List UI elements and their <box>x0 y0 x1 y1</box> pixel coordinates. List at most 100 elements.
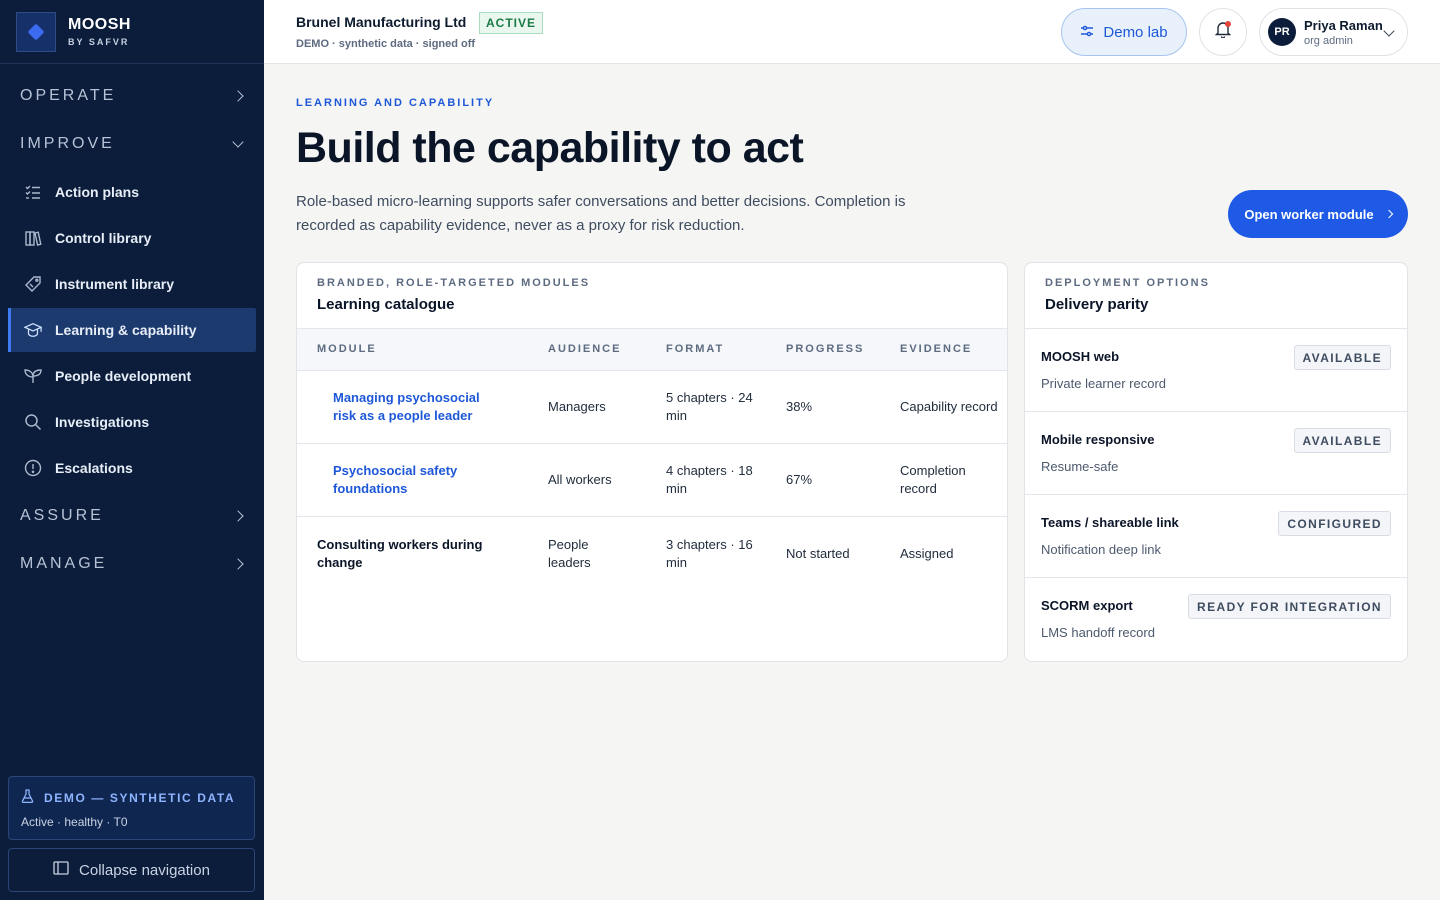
card-title: Delivery parity <box>1045 296 1149 313</box>
chevron-right-icon <box>1384 209 1393 219</box>
module-link[interactable]: Psychosocial safety foundations <box>333 462 503 498</box>
books-icon <box>24 229 42 247</box>
open-worker-module-label: Open worker module <box>1244 206 1374 222</box>
table-row[interactable]: Managing psychosocial risk as a people l… <box>297 371 1007 444</box>
table-row[interactable]: Consulting workers during change People … <box>297 517 1007 590</box>
sidebar-item-label: Learning & capability <box>55 322 197 338</box>
progress-cell: 38% <box>786 399 813 414</box>
sidebar-item-escalations[interactable]: Escalations <box>8 446 256 490</box>
delivery-option: SCORM export LMS handoff record READY FO… <box>1025 578 1407 661</box>
format-cell: 4 chapters · 18 min <box>666 463 753 496</box>
audience-cell: People leaders <box>548 536 591 570</box>
card-eyebrow: BRANDED, ROLE-TARGETED MODULES <box>317 277 591 289</box>
top-header: Brunel Manufacturing Ltd ACTIVE DEMO · s… <box>264 0 1440 64</box>
nav-section-improve[interactable]: IMPROVE <box>0 120 264 168</box>
evidence-cell: Assigned <box>900 545 954 561</box>
demo-lab-button[interactable]: Demo lab <box>1061 8 1187 56</box>
nav-section-label: OPERATE <box>20 87 117 104</box>
sidebar-item-people-development[interactable]: People development <box>8 354 256 398</box>
audience-cell: All workers <box>548 472 612 487</box>
chevron-right-icon <box>232 90 244 102</box>
table-row[interactable]: Psychosocial safety foundations All work… <box>297 444 1007 517</box>
status-badge: AVAILABLE <box>1293 345 1391 370</box>
flask-icon <box>21 789 34 806</box>
tag-icon <box>24 275 42 293</box>
evidence-cell: Completion record <box>900 463 966 496</box>
sidebar-panel-icon <box>53 861 69 879</box>
card-eyebrow: DEPLOYMENT OPTIONS <box>1045 277 1210 289</box>
chevron-right-icon <box>232 558 244 570</box>
table-header: MODULE AUDIENCE FORMAT PROGRESS EVIDENCE <box>297 329 1007 371</box>
column-header-progress[interactable]: PROGRESS <box>786 343 864 355</box>
nav-section-operate[interactable]: OPERATE <box>0 72 264 120</box>
status-badge: AVAILABLE <box>1293 428 1391 453</box>
chevron-right-icon <box>232 510 244 522</box>
option-description: LMS handoff record <box>1041 625 1155 640</box>
sprout-icon <box>24 367 42 385</box>
nav-section-label: ASSURE <box>20 507 104 524</box>
user-role: org admin <box>1304 34 1353 47</box>
card-title: Learning catalogue <box>317 296 455 313</box>
status-badge: ACTIVE <box>479 12 544 34</box>
sidebar-item-label: Investigations <box>55 414 150 430</box>
brand-name: MOOSH <box>68 16 131 33</box>
page-eyebrow: LEARNING AND CAPABILITY <box>296 97 495 109</box>
sidebar-item-label: People development <box>55 368 192 384</box>
user-menu[interactable]: PR Priya Raman org admin <box>1259 8 1408 56</box>
org-name: Brunel Manufacturing Ltd <box>296 14 467 30</box>
sliders-icon <box>1080 24 1094 41</box>
page-title: Build the capability to act <box>296 124 804 172</box>
collapse-navigation-button[interactable]: Collapse navigation <box>8 848 255 892</box>
module-name: Consulting workers during change <box>317 536 483 570</box>
notifications-button[interactable] <box>1199 8 1247 56</box>
sidebar-item-learning-capability[interactable]: Learning & capability <box>8 308 256 352</box>
nav-section-manage[interactable]: MANAGE <box>0 540 264 588</box>
chevron-down-icon <box>232 136 244 148</box>
avatar: PR <box>1268 18 1296 46</box>
brand[interactable]: MOOSH BY SAFVR <box>0 0 264 64</box>
alert-circle-icon <box>24 459 42 477</box>
sidebar-item-label: Escalations <box>55 460 133 476</box>
list-check-icon <box>24 183 42 201</box>
nav-section-label: IMPROVE <box>20 135 115 152</box>
sidebar-item-label: Control library <box>55 230 152 246</box>
collapse-navigation-label: Collapse navigation <box>79 861 210 879</box>
sidebar-item-instrument-library[interactable]: Instrument library <box>8 262 256 306</box>
module-link[interactable]: Managing psychosocial risk as a people l… <box>333 389 503 425</box>
column-header-format[interactable]: FORMAT <box>666 343 724 355</box>
org-meta: DEMO · synthetic data · signed off <box>296 38 476 50</box>
delivery-option: Mobile responsive Resume-safe AVAILABLE <box>1025 412 1407 495</box>
demo-lab-label: Demo lab <box>1103 23 1168 41</box>
delivery-option: Teams / shareable link Notification deep… <box>1025 495 1407 578</box>
nav-section-label: MANAGE <box>20 555 108 572</box>
progress-cell: Not started <box>786 545 850 561</box>
open-worker-module-button[interactable]: Open worker module <box>1228 190 1408 238</box>
learning-catalogue-card: BRANDED, ROLE-TARGETED MODULES Learning … <box>296 262 1008 662</box>
sidebar-item-label: Instrument library <box>55 276 175 292</box>
notification-dot <box>1225 21 1231 27</box>
sidebar-item-label: Action plans <box>55 184 140 200</box>
brand-logo-icon <box>16 11 56 52</box>
format-cell: 3 chapters · 16 min <box>666 536 753 570</box>
search-icon <box>24 413 42 431</box>
brand-subtitle: BY SAFVR <box>68 37 130 47</box>
demo-title: DEMO — SYNTHETIC DATA <box>44 790 236 805</box>
delivery-parity-card: DEPLOYMENT OPTIONS Delivery parity MOOSH… <box>1024 262 1408 662</box>
demo-status-text: Active · healthy · T0 <box>21 815 128 829</box>
nav-section-assure[interactable]: ASSURE <box>0 492 264 540</box>
user-name: Priya Raman <box>1304 17 1383 33</box>
progress-cell: 67% <box>786 472 813 487</box>
sidebar-item-action-plans[interactable]: Action plans <box>8 170 256 214</box>
option-description: Resume-safe <box>1041 459 1119 474</box>
status-badge: READY FOR INTEGRATION <box>1188 594 1391 619</box>
demo-status-panel: DEMO — SYNTHETIC DATA Active · healthy ·… <box>8 776 255 840</box>
option-description: Private learner record <box>1041 376 1166 391</box>
page-description: Role-based micro-learning supports safer… <box>296 193 906 234</box>
column-header-audience[interactable]: AUDIENCE <box>548 343 621 355</box>
chevron-down-icon <box>1383 25 1395 37</box>
column-header-module[interactable]: MODULE <box>317 343 377 355</box>
evidence-cell: Capability record <box>900 399 998 414</box>
column-header-evidence[interactable]: EVIDENCE <box>900 343 972 355</box>
sidebar-item-investigations[interactable]: Investigations <box>8 400 256 444</box>
sidebar-item-control-library[interactable]: Control library <box>8 216 256 260</box>
